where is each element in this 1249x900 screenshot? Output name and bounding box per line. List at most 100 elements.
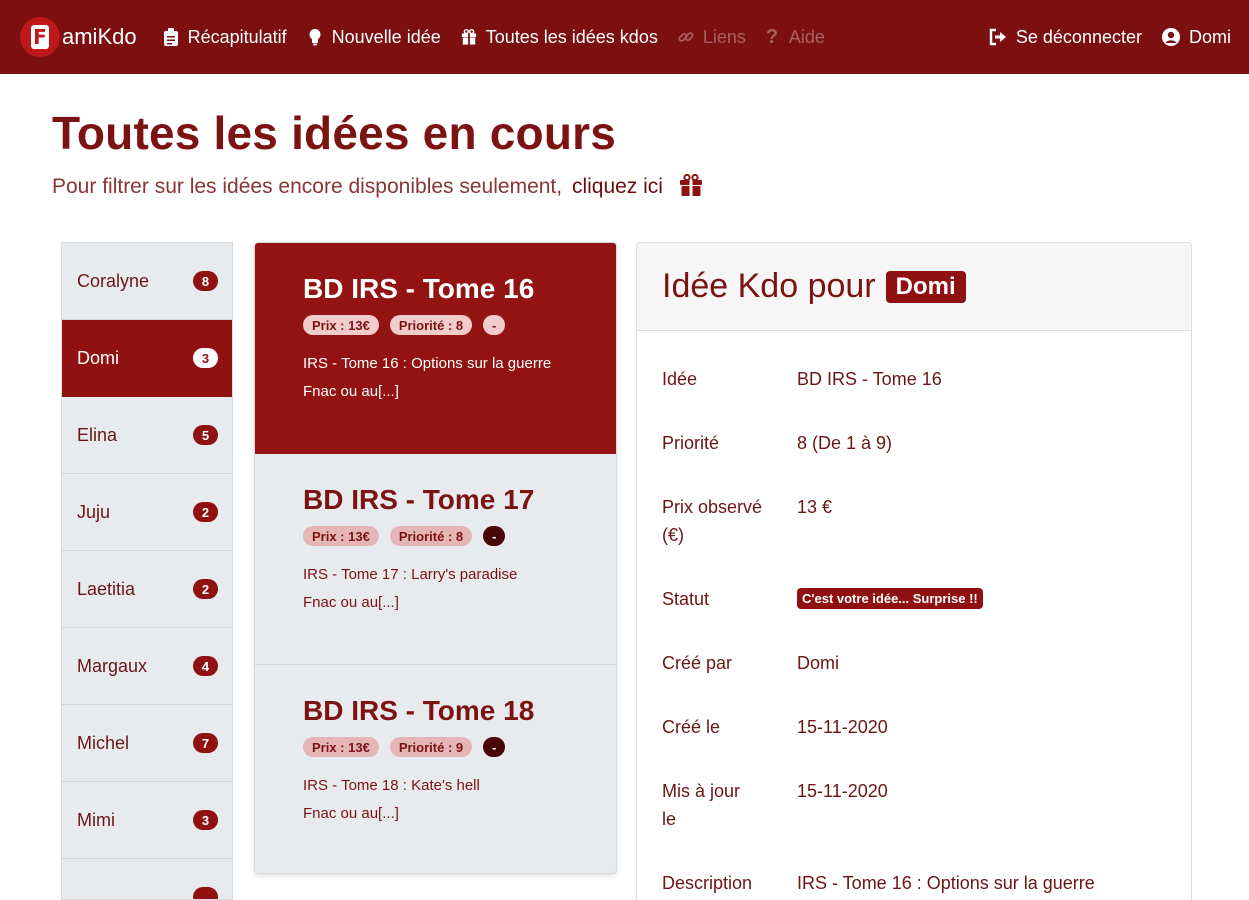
idea-badges: Prix : 13€ Priorité : 8 - (303, 526, 616, 546)
link-icon (678, 32, 694, 42)
people-list: Coralyne 8 Domi 3 Elina 5 Juju 2 Laetitia 2 M… (61, 242, 233, 900)
detail-label: Prix observé (€) (662, 497, 763, 545)
detail-value: IRS - Tome 16 : Options sur la guerre (797, 873, 1095, 893)
idea-title: BD IRS - Tome 16 (303, 273, 535, 304)
idea-count-badge: 4 (193, 656, 218, 676)
status-badge: - (483, 526, 506, 546)
question-icon: ? (765, 26, 779, 48)
nav-nouvelle-idee[interactable]: Nouvelle idée (307, 27, 441, 48)
person-name: Michel (77, 732, 130, 753)
idea-description: IRS - Tome 16 : Options sur la guerre Fn… (303, 350, 616, 406)
detail-value: 8 (De 1 à 9) (797, 433, 893, 453)
user-name: Domi (1188, 26, 1231, 47)
idea-count-badge: 2 (193, 502, 218, 522)
nav-nouvelle-idee-label: Nouvelle idée (331, 26, 441, 47)
idea-card[interactable]: BD IRS - Tome 17 Prix : 13€ Priorité : 8… (255, 454, 616, 665)
detail-row-description: Description IRS - Tome 16 : Options sur … (662, 869, 1095, 897)
user-menu[interactable]: Domi (1161, 26, 1231, 48)
person-item-margaux[interactable]: Margaux 4 (62, 628, 232, 705)
detail-row-mis-a-jour: Mis à jour le 15-11-2020 (662, 777, 888, 833)
idea-count-badge: 5 (193, 425, 218, 445)
idea-badges: Prix : 13€ Priorité : 9 - (303, 737, 616, 757)
gift-icon[interactable] (679, 174, 703, 196)
person-item-michel[interactable]: Michel 7 (62, 705, 232, 782)
detail-label: Créé le (662, 717, 721, 737)
status-badge: C'est votre idée... Surprise !! (797, 588, 983, 609)
person-name: Domi (77, 347, 120, 368)
detail-row-idee: Idée BD IRS - Tome 16 (662, 365, 942, 393)
brand[interactable]: F amiKdo (20, 17, 137, 57)
idea-card[interactable]: BD IRS - Tome 18 Prix : 13€ Priorité : 9… (255, 665, 616, 873)
idea-count-badge: 7 (193, 733, 218, 753)
ideas-list: BD IRS - Tome 16 Prix : 13€ Priorité : 8… (254, 242, 617, 874)
idea-desc-line: IRS - Tome 17 : Larry's paradise (303, 566, 518, 583)
detail-header: Idée Kdo pour Domi (637, 243, 1191, 331)
detail-row-cree-le: Créé le 15-11-2020 (662, 713, 888, 741)
idea-count-badge: 3 (193, 810, 218, 830)
detail-label: Description (662, 873, 753, 893)
detail-label: Idée (662, 369, 698, 389)
price-badge: Prix : 13€ (303, 315, 379, 335)
price-badge: Prix : 13€ (303, 526, 379, 546)
detail-row-cree-par: Créé par Domi (662, 649, 839, 677)
idea-title: BD IRS - Tome 18 (303, 695, 535, 726)
detail-row-priorite: Priorité 8 (De 1 à 9) (662, 429, 892, 457)
top-navbar: F amiKdo Récapitulatif Nouvelle idée Tou… (0, 0, 1249, 74)
priority-badge: Priorité : 9 (389, 737, 473, 757)
person-item-elina[interactable]: Elina 5 (62, 397, 232, 474)
person-item-laetitia[interactable]: Laetitia 2 (62, 551, 232, 628)
person-item-coralyne[interactable]: Coralyne 8 (62, 243, 232, 320)
sign-out-icon (989, 28, 1006, 46)
page-title: Toutes les idées en cours (52, 107, 617, 159)
detail-label: Mis à jour le (662, 781, 741, 829)
person-item-juju[interactable]: Juju 2 (62, 474, 232, 551)
idea-count-badge: 3 (193, 348, 218, 368)
idea-desc-line: Fnac ou au[...] (303, 594, 399, 611)
filter-link[interactable]: cliquez ici (572, 175, 663, 198)
idea-description: IRS - Tome 18 : Kate's hell Fnac ou au[.… (303, 772, 616, 828)
logout-link[interactable]: Se déconnecter (989, 27, 1142, 48)
person-item-domi[interactable]: Domi 3 (62, 320, 232, 397)
detail-title: Idée Kdo pour (662, 267, 876, 305)
person-name: Juju (77, 501, 111, 522)
detail-label: Priorité (662, 433, 720, 453)
nav-toutes-idees[interactable]: Toutes les idées kdos (461, 27, 658, 48)
detail-row-statut: Statut C'est votre idée... Surprise !! (662, 585, 983, 613)
idea-count-badge: 2 (193, 579, 218, 599)
subtitle-text: Pour filtrer sur les idées encore dispon… (52, 175, 563, 198)
clipboard-icon (163, 28, 178, 46)
nav-toutes-idees-label: Toutes les idées kdos (485, 26, 658, 47)
detail-value: BD IRS - Tome 16 (797, 369, 942, 389)
person-item-mimi[interactable]: Mimi 3 (62, 782, 232, 859)
priority-badge: Priorité : 8 (389, 315, 473, 335)
nav-liens[interactable]: Liens (678, 27, 746, 48)
idea-card[interactable]: BD IRS - Tome 16 Prix : 13€ Priorité : 8… (255, 243, 616, 454)
idea-count-badge (193, 887, 218, 899)
idea-title: BD IRS - Tome 17 (303, 484, 535, 515)
detail-value: Domi (797, 653, 840, 673)
idea-detail-card: Idée Kdo pour Domi Idée BD IRS - Tome 16… (636, 242, 1192, 900)
nav-right: Se déconnecter Domi (969, 0, 1231, 74)
page-subtitle: Pour filtrer sur les idées encore dispon… (52, 174, 703, 199)
person-name: Coralyne (77, 270, 150, 291)
detail-value: 15-11-2020 (797, 781, 888, 801)
status-badge: - (483, 315, 506, 335)
idea-badges: Prix : 13€ Priorité : 8 - (303, 315, 616, 335)
brand-name: amiKdo (62, 24, 137, 49)
logout-label: Se déconnecter (1015, 26, 1142, 47)
nav-menu: Récapitulatif Nouvelle idée Toutes les i… (163, 27, 845, 48)
person-item-partial[interactable] (62, 859, 232, 899)
gift-icon (461, 28, 476, 45)
person-name: Margaux (77, 655, 148, 676)
person-name: Elina (77, 424, 118, 445)
user-circle-icon (1161, 28, 1180, 46)
detail-row-prix: Prix observé (€) 13 € (662, 493, 832, 549)
price-badge: Prix : 13€ (303, 737, 379, 757)
nav-aide[interactable]: ? Aide (766, 27, 825, 48)
nav-recapitulatif[interactable]: Récapitulatif (163, 27, 287, 48)
idea-count-badge: 8 (193, 271, 218, 291)
idea-desc-line: Fnac ou au[...] (303, 383, 399, 400)
detail-value: C'est votre idée... Surprise !! (797, 585, 983, 613)
detail-label: Créé par (662, 653, 733, 673)
person-name: Mimi (77, 809, 115, 830)
